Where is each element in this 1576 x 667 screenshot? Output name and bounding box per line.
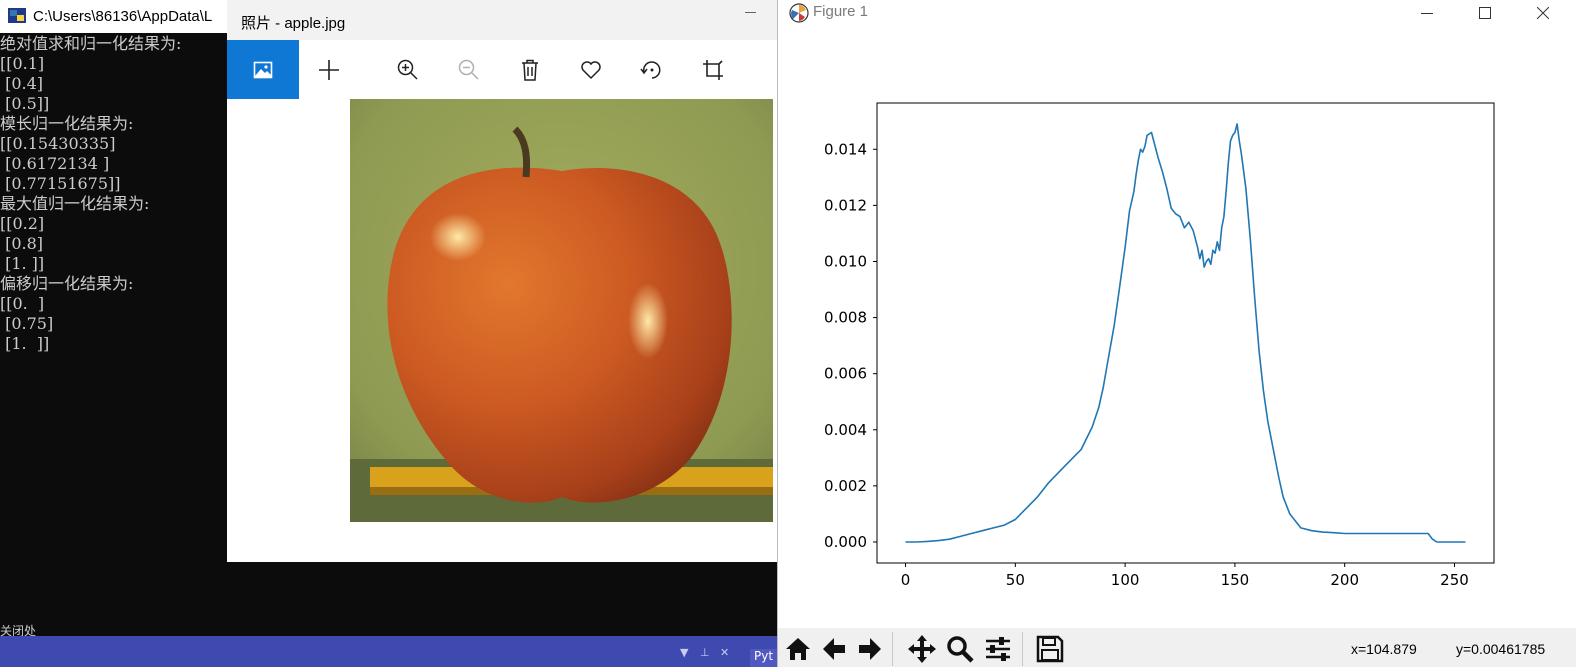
toolbar-separator — [1022, 632, 1023, 666]
y-tick-label: 0.006 — [824, 365, 867, 383]
console-line: [0.5]] — [0, 94, 50, 113]
y-tick-label: 0.010 — [824, 252, 867, 270]
close-icon[interactable]: ✕ — [720, 646, 729, 659]
home-button[interactable] — [782, 633, 814, 665]
apple-image — [350, 99, 773, 522]
y-tick-label: 0.014 — [824, 140, 867, 158]
y-tick-label: 0.000 — [824, 533, 867, 551]
cursor-y-readout: y=0.00461785 — [1456, 641, 1546, 657]
console-line: [1. ]] — [0, 334, 50, 353]
maximize-icon — [1479, 7, 1491, 19]
console-line: [0.4] — [0, 74, 44, 93]
configure-subplots-icon — [986, 637, 1010, 661]
x-tick-label: 150 — [1221, 571, 1250, 589]
pan-icon — [908, 635, 936, 663]
zoom-in-button[interactable] — [378, 40, 438, 99]
figure-window: Figure 1 0 50 100 150 200 250 0.000 0.002 0.004 0… — [777, 0, 1576, 667]
y-tick-label: 0.012 — [824, 196, 867, 214]
console-line: [[0. ] — [0, 294, 45, 313]
forward-button[interactable] — [854, 633, 886, 665]
minimize-icon[interactable] — [745, 12, 756, 13]
favorite-button[interactable] — [561, 40, 621, 99]
dropdown-icon[interactable]: ▼ — [680, 646, 688, 659]
crop-icon — [703, 59, 723, 80]
figure-titlebar[interactable]: Figure 1 — [778, 0, 1576, 31]
cursor-x-readout: x=104.879 — [1351, 641, 1417, 657]
photos-toolbar — [227, 40, 780, 99]
axes-frame — [876, 102, 1495, 564]
console-line: 最大值归一化结果为: — [0, 194, 150, 213]
view-photo-button[interactable] — [227, 40, 299, 99]
add-button[interactable] — [299, 40, 359, 99]
crop-button[interactable] — [683, 40, 743, 99]
console-output: 绝对值求和归一化结果为: [[0.1] [0.4] [0.5]] 模长归一化结果为:… — [0, 34, 228, 354]
console-line: [1. ]] — [0, 254, 45, 273]
zoom-button[interactable] — [944, 633, 976, 665]
y-tick-label: 0.002 — [824, 477, 867, 495]
zoom-out-icon — [458, 59, 479, 80]
console-line: 模长归一化结果为: — [0, 114, 134, 133]
favorite-icon — [581, 60, 601, 79]
console-line: [0.6172134 ] — [0, 154, 110, 173]
x-tick-label: 250 — [1440, 571, 1469, 589]
delete-button[interactable] — [500, 40, 560, 99]
zoom-out-button[interactable] — [439, 40, 499, 99]
figure-title: Figure 1 — [813, 3, 869, 20]
console-line: 绝对值求和归一化结果为: — [0, 34, 182, 53]
x-tick-label: 0 — [901, 571, 911, 589]
close-icon — [1537, 7, 1549, 19]
home-icon — [786, 638, 810, 660]
rotate-icon — [640, 60, 661, 79]
delete-icon — [522, 59, 538, 81]
console-line: [[0.2] — [0, 214, 45, 233]
zoom-icon — [947, 636, 974, 663]
maximize-button[interactable] — [1462, 0, 1508, 26]
editor-status-strip: ▼ ⊥ ✕ Pyt — [0, 636, 780, 667]
close-button[interactable] — [1520, 0, 1566, 26]
minimize-icon — [1421, 13, 1433, 14]
series-line — [905, 123, 1466, 543]
toolbar-separator — [892, 632, 893, 666]
matplotlib-logo-icon — [789, 3, 809, 23]
forward-icon — [859, 638, 881, 660]
back-icon — [823, 638, 845, 660]
x-tick-label: 100 — [1111, 571, 1140, 589]
x-tick-label: 50 — [1006, 571, 1025, 589]
zoom-in-icon — [397, 59, 418, 80]
histogram-plot[interactable]: 0 50 100 150 200 250 0.000 0.002 0.004 0.006 0.008… — [778, 31, 1576, 628]
console-line: [0.75] — [0, 314, 54, 333]
view-photo-icon — [253, 61, 273, 78]
photos-title: 照片 - apple.jpg — [241, 15, 346, 32]
add-icon — [319, 59, 339, 80]
console-line: [[0.1] — [0, 54, 45, 73]
figure-toolbar: x=104.879 y=0.00461785 — [778, 628, 1576, 667]
python-console-icon — [8, 8, 26, 23]
minimize-button[interactable] — [1404, 0, 1450, 26]
console-line: [[0.15430335] — [0, 134, 116, 153]
y-tick-label: 0.008 — [824, 309, 867, 327]
y-tick-label: 0.004 — [824, 421, 867, 439]
console-line: [0.77151675]] — [0, 174, 121, 193]
configure-subplots-button[interactable] — [982, 633, 1014, 665]
console-line: [0.8] — [0, 234, 44, 253]
photos-titlebar[interactable]: 照片 - apple.jpg — [227, 0, 780, 40]
pin-icon[interactable]: ⊥ — [700, 646, 710, 659]
console-title: C:\Users\86136\AppData\L — [33, 8, 213, 25]
back-button[interactable] — [818, 633, 850, 665]
console-line: 偏移归一化结果为: — [0, 274, 134, 293]
pan-button[interactable] — [906, 633, 938, 665]
save-button[interactable] — [1034, 633, 1066, 665]
save-icon — [1036, 635, 1064, 663]
apple-photo — [350, 99, 773, 522]
python-tab[interactable]: Pyt — [750, 649, 780, 667]
x-tick-label: 200 — [1330, 571, 1359, 589]
rotate-button[interactable] — [622, 40, 682, 99]
photos-window: 照片 - apple.jpg — [227, 0, 780, 562]
